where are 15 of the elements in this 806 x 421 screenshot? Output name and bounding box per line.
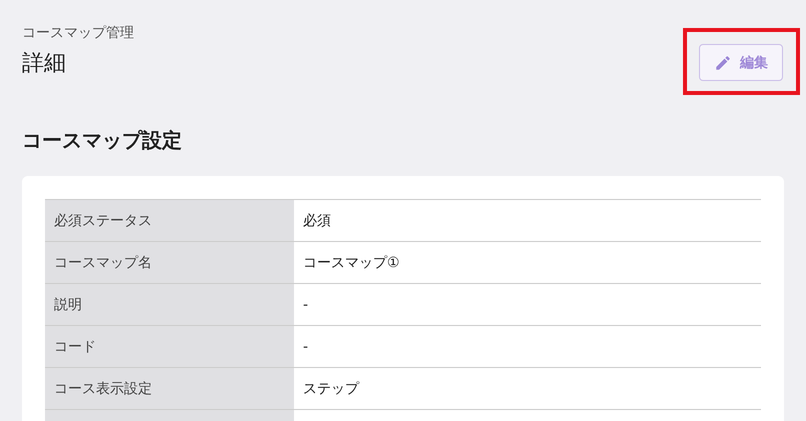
- row-label: コード: [45, 326, 294, 368]
- row-value: -: [294, 326, 761, 368]
- row-label: 説明: [45, 284, 294, 326]
- row-label: コース表示設定: [45, 368, 294, 410]
- row-label: 必須ステータス: [45, 200, 294, 242]
- row-label: コースマップ名: [45, 242, 294, 284]
- section-title: コースマップ設定: [22, 127, 182, 154]
- row-value: ステップ: [294, 368, 761, 410]
- pencil-icon: [714, 54, 732, 72]
- row-value: -: [294, 284, 761, 326]
- row-value: 必須: [294, 200, 761, 242]
- page-title: 詳細: [22, 50, 66, 78]
- row-value: コースマップ①: [294, 242, 761, 284]
- breadcrumb: コースマップ管理: [22, 24, 134, 42]
- edit-button[interactable]: 編集: [699, 44, 783, 81]
